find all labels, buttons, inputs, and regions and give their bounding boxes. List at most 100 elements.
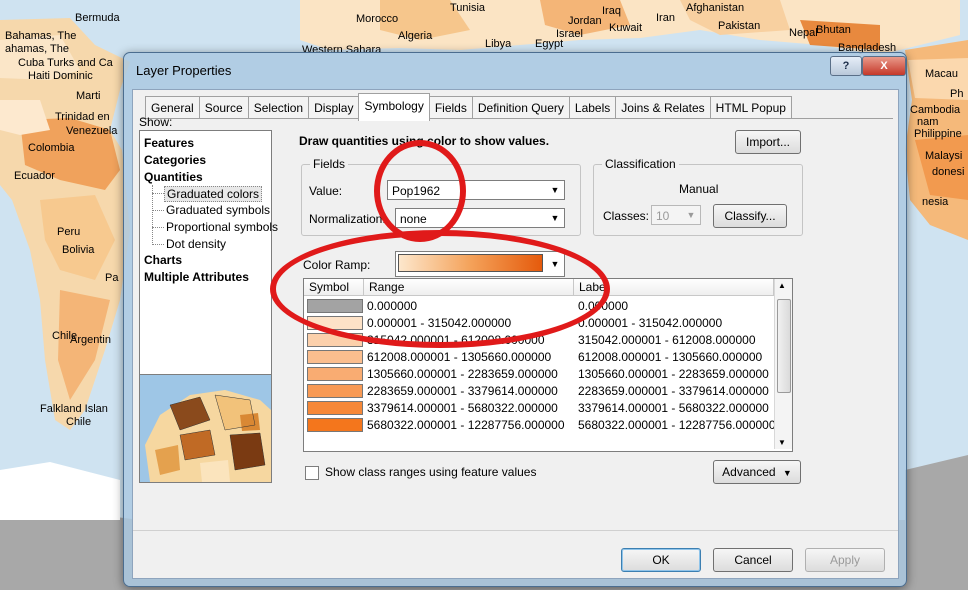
label-cell[interactable]: 0.000001 - 315042.000000 [578, 316, 774, 331]
table-row[interactable]: 1305660.000001 - 2283659.000000 1305660.0… [304, 366, 774, 383]
map-country-label: Marti [76, 90, 101, 102]
chevron-down-icon[interactable]: ▼ [547, 210, 563, 226]
label-cell[interactable]: 0.000000 [578, 299, 774, 314]
normalization-label: Normalization: [309, 212, 386, 226]
classify-button[interactable]: Classify... [713, 204, 787, 228]
chevron-down-icon[interactable]: ▼ [683, 207, 699, 223]
symbol-swatch[interactable] [307, 350, 363, 364]
symbol-swatch[interactable] [307, 384, 363, 398]
label-cell[interactable]: 315042.000001 - 612008.000000 [578, 333, 774, 348]
map-country-label: Israel [556, 28, 583, 40]
map-country-label: Cambodia [910, 104, 961, 116]
tab-symbology[interactable]: Symbology [358, 93, 430, 121]
map-country-label: Pakistan [718, 20, 761, 32]
range-cell[interactable]: 1305660.000001 - 2283659.000000 [367, 367, 572, 382]
symbol-swatch[interactable] [307, 401, 363, 415]
ok-button[interactable]: OK [621, 548, 701, 572]
apply-button[interactable]: Apply [805, 548, 885, 572]
show-item-features[interactable]: Features [144, 136, 194, 150]
symbology-preview [139, 374, 272, 483]
table-row[interactable]: 3379614.000001 - 5680322.000000 3379614.0… [304, 400, 774, 417]
show-item-graduated-colors[interactable]: Graduated colors [164, 186, 263, 202]
tab-source[interactable]: Source [198, 96, 249, 119]
map-country-label: donesi [932, 166, 965, 178]
tab-strip: General Source Selection Display Symbology Fi… [145, 93, 792, 121]
map-country-label: Pa [105, 272, 119, 284]
map-country-label: Jordan [568, 15, 602, 27]
tab-display[interactable]: Display [308, 96, 360, 119]
map-country-label: Ecuador [14, 170, 55, 182]
scroll-up-icon[interactable]: ▲ [778, 281, 786, 290]
tab-definition-query[interactable]: Definition Query [471, 96, 570, 119]
range-cell[interactable]: 612008.000001 - 1305660.000000 [367, 350, 572, 365]
map-country-label: Malaysi [925, 150, 963, 162]
range-cell[interactable]: 5680322.000001 - 12287756.000000 [367, 418, 572, 433]
map-country-label: ahamas, The [5, 43, 70, 55]
tree-connector [152, 210, 164, 211]
show-item-proportional-symbols[interactable]: Proportional symbols [166, 220, 278, 234]
map-country-label: Trinidad en [55, 111, 110, 123]
button-bar-divider [133, 530, 898, 531]
map-country-label: Peru [57, 226, 81, 238]
annotation-ellipse-color-ramp [270, 230, 610, 348]
import-button[interactable]: Import... [735, 130, 801, 154]
scroll-down-icon[interactable]: ▼ [778, 438, 786, 447]
tree-connector [152, 227, 164, 228]
tab-joins-relates[interactable]: Joins & Relates [615, 96, 711, 119]
dialog-title: Layer Properties [136, 63, 232, 78]
show-item-dot-density[interactable]: Dot density [166, 237, 226, 251]
show-item-quantities[interactable]: Quantities [144, 170, 203, 184]
map-country-label: Venezuela [66, 125, 118, 137]
tab-labels[interactable]: Labels [568, 96, 617, 119]
map-country-label: Colombia [28, 142, 75, 154]
range-cell[interactable]: 3379614.000001 - 5680322.000000 [367, 401, 572, 416]
label-cell[interactable]: 612008.000001 - 1305660.000000 [578, 350, 774, 365]
label-cell[interactable]: 5680322.000001 - 12287756.000000 [578, 418, 774, 433]
chevron-down-icon[interactable]: ▼ [547, 182, 563, 198]
table-row[interactable]: 5680322.000001 - 12287756.000000 5680322.… [304, 417, 774, 434]
table-vertical-scrollbar[interactable]: ▲ ▼ [774, 279, 792, 449]
map-country-label: Kuwait [609, 22, 643, 34]
label-cell[interactable]: 2283659.000001 - 3379614.000000 [578, 384, 774, 399]
map-country-label: Cuba Turks and Ca [18, 57, 113, 69]
map-country-label: Nepal [789, 27, 818, 39]
map-country-label: Algeria [398, 30, 433, 42]
advanced-button-label: Advanced [722, 465, 776, 479]
tab-selection[interactable]: Selection [247, 96, 310, 119]
tree-connector [152, 193, 164, 194]
map-country-label: Philippine [914, 128, 962, 140]
help-button[interactable]: ? [830, 56, 862, 76]
tab-html-popup[interactable]: HTML Popup [709, 96, 792, 119]
label-cell[interactable]: 3379614.000001 - 5680322.000000 [578, 401, 774, 416]
symbol-swatch[interactable] [307, 418, 363, 432]
show-item-charts[interactable]: Charts [144, 253, 182, 267]
map-country-label: Macau [925, 68, 959, 80]
show-item-graduated-symbols[interactable]: Graduated symbols [166, 203, 270, 217]
scrollbar-thumb[interactable] [777, 299, 791, 393]
classes-combobox-text: 10 [656, 209, 670, 223]
range-cell[interactable]: 2283659.000001 - 3379614.000000 [367, 384, 572, 399]
map-country-label: Argentin [70, 334, 111, 346]
map-country-label: Bolivia [62, 244, 95, 256]
close-button[interactable]: X [862, 56, 906, 76]
classes-combobox[interactable]: 10 ▼ [651, 205, 701, 225]
map-country-label: Afghanistan [686, 2, 745, 14]
show-list: Features Categories Quantities Graduated… [139, 130, 278, 378]
show-item-multiple-attributes[interactable]: Multiple Attributes [144, 270, 249, 284]
map-country-label: Iran [656, 12, 675, 24]
show-class-ranges-checkbox[interactable] [305, 466, 319, 480]
table-row[interactable]: 2283659.000001 - 3379614.000000 2283659.0… [304, 383, 774, 400]
table-row[interactable]: 612008.000001 - 1305660.000000 612008.000… [304, 349, 774, 366]
symbol-swatch[interactable] [307, 367, 363, 381]
map-country-label: Libya [485, 38, 512, 50]
classes-label: Classes: [603, 209, 650, 223]
classification-method: Manual [679, 182, 719, 196]
map-country-label: Tunisia [450, 2, 486, 14]
map-country-label: Ph [950, 88, 964, 100]
show-item-categories[interactable]: Categories [144, 153, 206, 167]
label-cell[interactable]: 1305660.000001 - 2283659.000000 [578, 367, 774, 382]
map-country-label: Bermuda [75, 12, 120, 24]
cancel-button[interactable]: Cancel [713, 548, 793, 572]
advanced-button[interactable]: Advanced ▼ [713, 460, 801, 484]
tab-fields[interactable]: Fields [428, 96, 473, 119]
